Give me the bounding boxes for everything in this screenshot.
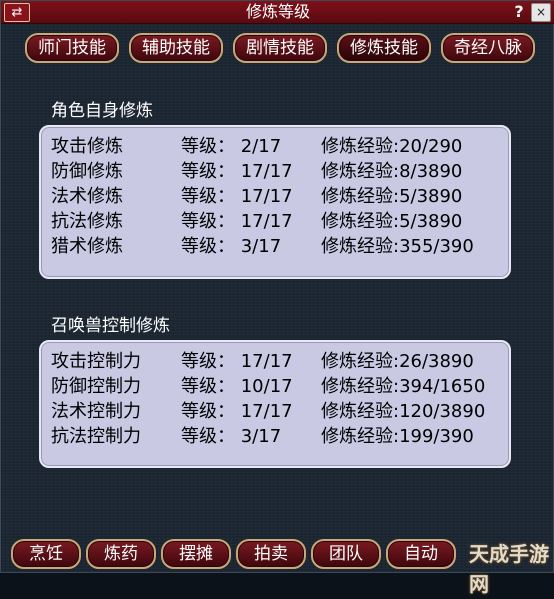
list-item: 防御控制力 等级： 10/17 修炼经验:394/1650: [41, 374, 509, 399]
skill-exp: 修炼经验:8/3890: [321, 161, 463, 182]
skill-level: 等级： 3/17: [181, 236, 282, 257]
skill-level: 等级： 17/17: [181, 161, 293, 182]
skill-level: 等级： 2/17: [181, 136, 282, 157]
skill-level: 等级： 3/17: [181, 426, 282, 447]
skill-name: 攻击控制力: [51, 351, 141, 372]
list-item: 抗法控制力 等级： 3/17 修炼经验:199/390: [41, 424, 509, 449]
cooking-button[interactable]: 烹饪: [11, 539, 81, 569]
skill-level: 等级： 17/17: [181, 211, 293, 232]
skill-name: 抗法控制力: [51, 426, 141, 447]
skill-exp: 修炼经验:199/390: [321, 426, 474, 447]
tab-cultivation-skills[interactable]: 修炼技能: [337, 33, 431, 63]
character-cultivation-panel: 攻击修炼 等级： 2/17 修炼经验:20/290 防御修炼 等级： 17/17…: [39, 125, 511, 279]
help-icon[interactable]: ?: [511, 2, 527, 22]
character-section-title: 角色自身修炼: [51, 101, 153, 121]
skill-name: 法术修炼: [51, 186, 123, 207]
list-item: 抗法修炼 等级： 17/17 修炼经验:5/3890: [41, 209, 509, 234]
skill-exp: 修炼经验:394/1650: [321, 376, 486, 397]
tab-assist-skills[interactable]: 辅助技能: [129, 33, 223, 63]
tab-story-skills[interactable]: 剧情技能: [233, 33, 327, 63]
team-button[interactable]: 团队: [311, 539, 381, 569]
skill-name: 防御修炼: [51, 161, 123, 182]
skill-exp: 修炼经验:120/3890: [321, 401, 486, 422]
alchemy-button[interactable]: 炼药: [86, 539, 156, 569]
watermark-logo: 天成手游网: [469, 542, 549, 596]
skill-name: 防御控制力: [51, 376, 141, 397]
skill-exp: 修炼经验:5/3890: [321, 211, 463, 232]
skill-level: 等级： 17/17: [181, 401, 293, 422]
skill-name: 猎术修炼: [51, 236, 123, 257]
skill-name: 抗法修炼: [51, 211, 123, 232]
list-item: 法术控制力 等级： 17/17 修炼经验:120/3890: [41, 399, 509, 424]
skill-exp: 修炼经验:355/390: [321, 236, 474, 257]
cultivation-level-window: ⇄ 修炼等级 ? × 师门技能 辅助技能 剧情技能 修炼技能 奇经八脉 角色自身…: [0, 0, 554, 596]
skill-exp: 修炼经验:20/290: [321, 136, 463, 157]
skill-exp: 修炼经验:26/3890: [321, 351, 474, 372]
title-bar[interactable]: ⇄ 修炼等级 ? ×: [1, 1, 554, 24]
close-icon[interactable]: ×: [531, 3, 551, 22]
auction-button[interactable]: 拍卖: [236, 539, 306, 569]
list-item: 法术修炼 等级： 17/17 修炼经验:5/3890: [41, 184, 509, 209]
skill-level: 等级： 10/17: [181, 376, 293, 397]
skill-level: 等级： 17/17: [181, 351, 293, 372]
skill-level: 等级： 17/17: [181, 186, 293, 207]
pet-section-title: 召唤兽控制修炼: [51, 316, 170, 336]
list-item: 攻击修炼 等级： 2/17 修炼经验:20/290: [41, 134, 509, 159]
skill-name: 攻击修炼: [51, 136, 123, 157]
list-item: 猎术修炼 等级： 3/17 修炼经验:355/390: [41, 234, 509, 259]
stall-button[interactable]: 摆摊: [161, 539, 231, 569]
auto-button[interactable]: 自动: [386, 539, 456, 569]
tab-school-skills[interactable]: 师门技能: [25, 33, 119, 63]
list-item: 攻击控制力 等级： 17/17 修炼经验:26/3890: [41, 349, 509, 374]
list-item: 防御修炼 等级： 17/17 修炼经验:8/3890: [41, 159, 509, 184]
skill-name: 法术控制力: [51, 401, 141, 422]
tab-meridians[interactable]: 奇经八脉: [441, 33, 535, 63]
skill-exp: 修炼经验:5/3890: [321, 186, 463, 207]
window-title: 修炼等级: [245, 2, 310, 21]
pet-cultivation-panel: 攻击控制力 等级： 17/17 修炼经验:26/3890 防御控制力 等级： 1…: [39, 340, 511, 468]
